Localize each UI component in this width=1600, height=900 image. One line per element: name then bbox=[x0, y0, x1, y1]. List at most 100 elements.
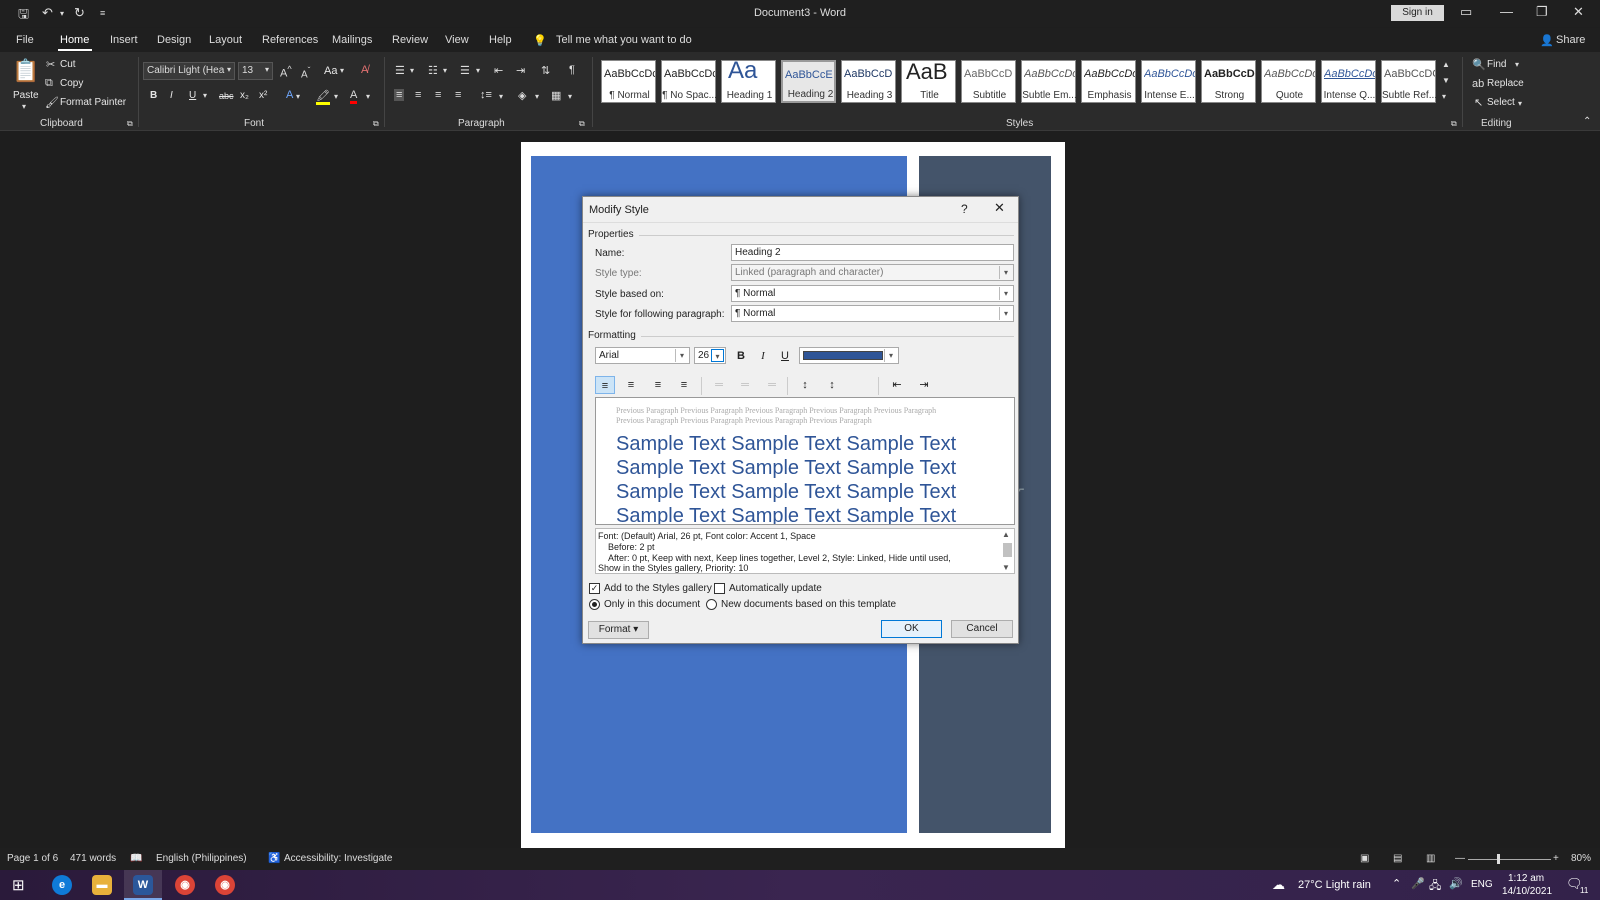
microphone-icon[interactable]: 🎤 bbox=[1411, 877, 1425, 890]
replace-button[interactable]: Replace bbox=[1487, 78, 1524, 89]
zoom-level[interactable]: 80% bbox=[1571, 853, 1591, 864]
scroll-down-icon[interactable]: ▼ bbox=[1002, 563, 1010, 572]
proofing-icon[interactable]: 📖 bbox=[130, 853, 142, 864]
multilevel-list-icon[interactable]: ☰ bbox=[460, 64, 470, 77]
tab-file[interactable]: File bbox=[16, 34, 34, 46]
format-menu-button[interactable]: Format ▾ bbox=[588, 621, 649, 639]
tell-me-search[interactable]: Tell me what you want to do bbox=[556, 34, 692, 46]
print-layout-icon[interactable]: ▤ bbox=[1393, 853, 1402, 864]
style-heading-2[interactable]: AaBbCcE Heading 2 bbox=[781, 60, 836, 103]
share-icon[interactable]: 👤 bbox=[1540, 34, 1554, 47]
zoom-out-icon[interactable]: — bbox=[1455, 853, 1465, 864]
style-no-spacing[interactable]: AaBbCcDc ¶ No Spac... bbox=[661, 60, 717, 103]
paste-icon[interactable]: 📋 bbox=[12, 58, 39, 84]
shrink-font-icon[interactable]: Aˇ bbox=[301, 65, 310, 80]
clear-formatting-icon[interactable]: A̸ bbox=[361, 64, 368, 76]
shading-dropdown-icon[interactable]: ▾ bbox=[535, 92, 539, 101]
replace-icon[interactable]: ab bbox=[1472, 78, 1484, 90]
description-scrollbar-thumb[interactable] bbox=[1003, 543, 1012, 557]
increase-paragraph-spacing-icon[interactable]: ↕ bbox=[795, 376, 815, 394]
clock-time[interactable]: 1:12 am bbox=[1508, 873, 1544, 884]
input-language[interactable]: ENG bbox=[1471, 879, 1493, 890]
styles-launcher-icon[interactable]: ⧉ bbox=[1451, 119, 1457, 129]
help-button[interactable]: ? bbox=[961, 202, 968, 216]
name-input[interactable]: Heading 2 bbox=[731, 244, 1014, 261]
borders-icon[interactable]: ▦ bbox=[551, 89, 561, 102]
change-case-button[interactable]: Aa bbox=[324, 65, 337, 77]
style-intense-quote[interactable]: AaBbCcDc Intense Q... bbox=[1321, 60, 1376, 103]
style-subtle-emphasis[interactable]: AaBbCcDc Subtle Em... bbox=[1021, 60, 1077, 103]
italic-button[interactable]: I bbox=[170, 90, 173, 101]
paste-button[interactable]: Paste bbox=[13, 90, 39, 101]
underline-dropdown-icon[interactable]: ▾ bbox=[203, 91, 207, 100]
hidden-icons-chevron-icon[interactable]: ⌃ bbox=[1392, 877, 1401, 890]
accessibility-icon[interactable]: ♿ bbox=[268, 853, 280, 864]
bullets-icon[interactable]: ☰ bbox=[395, 64, 405, 77]
file-explorer-icon[interactable]: ▬ bbox=[92, 875, 112, 895]
text-effects-dropdown-icon[interactable]: ▾ bbox=[296, 92, 300, 101]
edge-icon[interactable]: e bbox=[52, 875, 72, 895]
decrease-indent-icon[interactable]: ⇤ bbox=[494, 64, 503, 77]
windows-start-icon[interactable]: ⊞ bbox=[12, 876, 25, 894]
tab-mailings[interactable]: Mailings bbox=[332, 34, 372, 46]
new-documents-label[interactable]: New documents based on this template bbox=[721, 599, 896, 610]
weather-icon[interactable]: ☁ bbox=[1272, 877, 1285, 893]
styles-scroll-up-icon[interactable]: ▲ bbox=[1442, 60, 1450, 69]
chevron-down-icon[interactable]: ▾ bbox=[675, 349, 688, 362]
dialog-italic-button[interactable]: I bbox=[753, 347, 773, 365]
cancel-button[interactable]: Cancel bbox=[951, 620, 1013, 638]
chevron-down-icon[interactable]: ▾ bbox=[884, 349, 897, 362]
only-this-document-radio[interactable] bbox=[589, 599, 600, 610]
auto-update-checkbox[interactable] bbox=[714, 583, 725, 594]
style-normal[interactable]: AaBbCcDc ¶ Normal bbox=[601, 60, 656, 103]
show-formatting-marks-icon[interactable]: ¶ bbox=[569, 64, 575, 76]
dialog-align-left-icon[interactable]: ≡ bbox=[595, 376, 615, 394]
numbering-dropdown-icon[interactable]: ▾ bbox=[443, 66, 447, 75]
format-painter-button[interactable]: Format Painter bbox=[60, 97, 126, 108]
add-to-gallery-checkbox[interactable]: ✓ bbox=[589, 583, 600, 594]
style-heading-1[interactable]: Aa Heading 1 bbox=[721, 57, 776, 103]
bullets-dropdown-icon[interactable]: ▾ bbox=[410, 66, 414, 75]
dialog-justify-icon[interactable]: ≡ bbox=[674, 376, 694, 394]
superscript-button[interactable]: x² bbox=[259, 90, 267, 101]
multilevel-dropdown-icon[interactable]: ▾ bbox=[476, 66, 480, 75]
chrome-icon[interactable]: ◉ bbox=[175, 875, 195, 895]
following-paragraph-select[interactable]: ¶ Normal ▾ bbox=[731, 305, 1014, 322]
sort-icon[interactable]: ⇅ bbox=[541, 64, 550, 77]
word-count[interactable]: 471 words bbox=[70, 853, 116, 864]
style-subtle-reference[interactable]: AaBbCcDC Subtle Ref... bbox=[1381, 60, 1437, 103]
select-dropdown-icon[interactable]: ▾ bbox=[1518, 99, 1522, 108]
highlight-dropdown-icon[interactable]: ▾ bbox=[334, 92, 338, 101]
layout-options-icon[interactable]: ⌐ bbox=[1019, 484, 1024, 494]
restore-icon[interactable]: ❐ bbox=[1536, 4, 1548, 20]
dialog-align-right-icon[interactable]: ≡ bbox=[648, 376, 668, 394]
zoom-slider[interactable] bbox=[1468, 859, 1551, 860]
tab-references[interactable]: References bbox=[262, 34, 318, 46]
line-spacing-dropdown-icon[interactable]: ▾ bbox=[499, 92, 503, 101]
decrease-paragraph-spacing-icon[interactable]: ↕ bbox=[822, 376, 842, 394]
bold-button[interactable]: B bbox=[150, 90, 157, 101]
ribbon-display-icon[interactable]: ▭ bbox=[1460, 4, 1472, 20]
align-center-icon[interactable]: ≡ bbox=[415, 89, 421, 101]
copy-icon[interactable]: ⧉ bbox=[45, 77, 53, 90]
auto-update-label[interactable]: Automatically update bbox=[729, 583, 822, 594]
style-subtitle[interactable]: AaBbCcD Subtitle bbox=[961, 60, 1016, 103]
style-intense-emphasis[interactable]: AaBbCcDc Intense E... bbox=[1141, 60, 1196, 103]
shading-icon[interactable]: ◈ bbox=[518, 89, 526, 102]
font-color-icon[interactable]: A bbox=[350, 89, 358, 104]
web-layout-icon[interactable]: ▥ bbox=[1426, 853, 1435, 864]
clock-date[interactable]: 14/10/2021 bbox=[1502, 886, 1552, 897]
font-color-select[interactable]: ▾ bbox=[799, 347, 899, 364]
numbering-icon[interactable]: ☷ bbox=[428, 64, 438, 77]
tab-home[interactable]: Home bbox=[60, 34, 89, 46]
styles-scroll-down-icon[interactable]: ▼ bbox=[1442, 76, 1450, 85]
zoom-in-icon[interactable]: + bbox=[1553, 853, 1559, 864]
dialog-decrease-indent-icon[interactable]: ⇤ bbox=[887, 376, 907, 394]
tab-review[interactable]: Review bbox=[392, 34, 428, 46]
based-on-select[interactable]: ¶ Normal ▾ bbox=[731, 285, 1014, 302]
collapse-ribbon-icon[interactable]: ⌃ bbox=[1583, 116, 1591, 127]
tab-layout[interactable]: Layout bbox=[209, 34, 242, 46]
change-case-dropdown-icon[interactable]: ▾ bbox=[340, 66, 344, 75]
paragraph-launcher-icon[interactable]: ⧉ bbox=[579, 119, 585, 129]
network-icon[interactable]: 🖧 bbox=[1429, 877, 1441, 896]
